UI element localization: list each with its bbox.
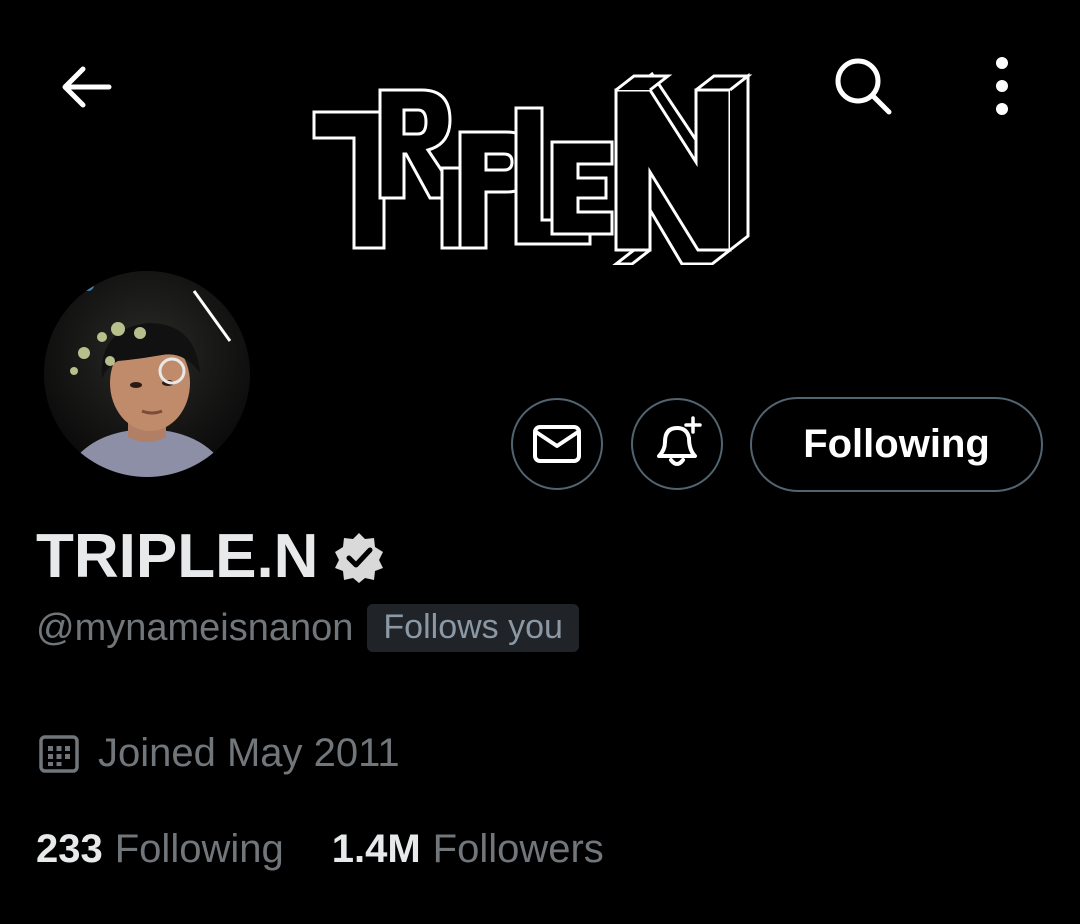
following-count: 233	[36, 827, 103, 871]
joined-date-text: Joined May 2011	[98, 731, 400, 775]
joined-date-row: Joined May 2011	[38, 728, 400, 778]
profile-name-row: TRIPLE.N	[36, 522, 386, 592]
bell-plus-icon	[657, 416, 702, 466]
profile-banner-logo[interactable]	[300, 50, 780, 266]
calendar-icon	[39, 735, 79, 773]
avatar-photo	[44, 271, 250, 477]
search-icon	[835, 58, 892, 115]
envelope-icon	[533, 425, 581, 463]
follows-you-badge: Follows you	[367, 604, 579, 652]
notifications-button[interactable]	[631, 398, 723, 490]
following-stat-link[interactable]: 233 Following	[36, 822, 284, 876]
search-button[interactable]	[825, 48, 901, 124]
handle-row: @mynameisnanon Follows you	[36, 603, 579, 653]
message-button[interactable]	[511, 398, 603, 490]
followers-count: 1.4M	[331, 827, 421, 871]
more-options-button[interactable]	[968, 48, 1036, 124]
banner-logo-art	[312, 71, 753, 266]
following-button-label: Following	[803, 422, 990, 466]
following-button[interactable]: Following	[750, 397, 1043, 492]
verified-badge-icon	[335, 533, 384, 583]
display-name: TRIPLE.N	[36, 522, 319, 591]
user-handle: @mynameisnanon	[36, 607, 354, 649]
follow-stats: 233 Following 1.4M Followers	[36, 822, 604, 876]
followers-stat-label: Followers	[432, 827, 604, 871]
more-vertical-icon	[996, 57, 1008, 115]
back-button[interactable]	[50, 52, 120, 122]
profile-avatar[interactable]	[44, 271, 250, 477]
following-stat-label: Following	[114, 827, 284, 871]
followers-stat-link[interactable]: 1.4M Followers	[332, 822, 604, 876]
arrow-left-icon	[62, 66, 112, 108]
